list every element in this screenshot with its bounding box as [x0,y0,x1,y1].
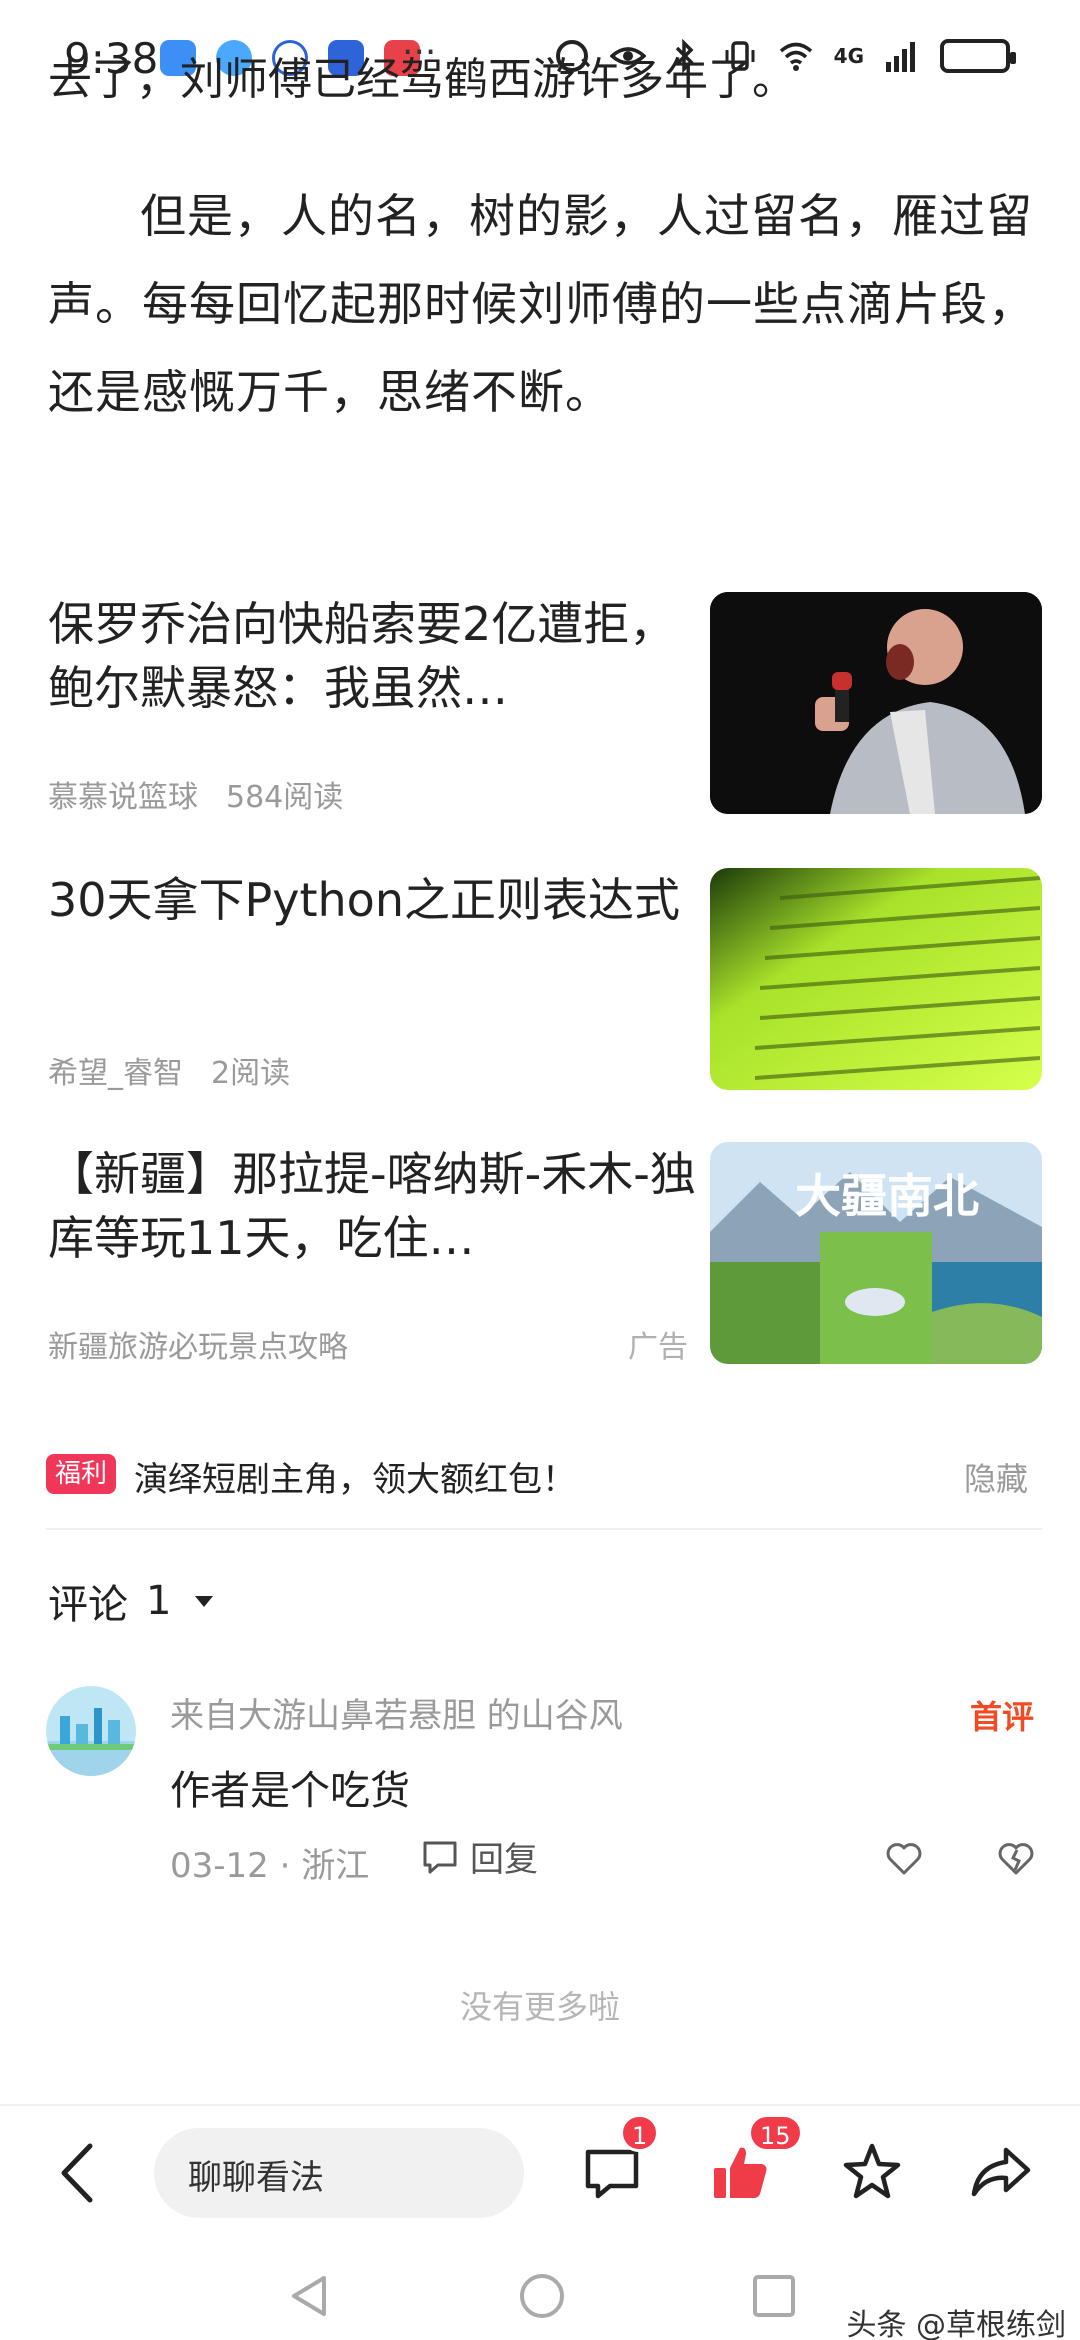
bottom-bar-divider [0,2104,1080,2106]
reply-bubble-icon [423,1841,457,1873]
promo-text[interactable]: 演绎短剧主角，领大额红包！ [134,1452,576,1501]
back-arrow-icon[interactable] [52,2140,102,2206]
no-more-comments: 没有更多啦 [459,1988,620,2026]
related-article-title[interactable]: 30天拿下Python之正则表达式 [48,868,698,932]
comments-sort-toggle[interactable]: 评论 1 [48,1572,214,1630]
nav-recents-icon[interactable] [750,2272,798,2320]
ad-article-thumbnail[interactable]: 大疆南北 [710,1142,1042,1364]
page: 9:38 ··· 4G 去了，刘师傅已经驾鹤西游许多年了。 但是，人的名，树的影… [0,0,1080,2340]
ad-thumbnail-text: 大疆南北 [795,1169,979,1223]
ad-article-meta: 新疆旅游必玩景点攻略 [48,1322,348,1366]
ad-label: 广告 [628,1330,688,1365]
related-article-thumbnail[interactable] [710,592,1042,814]
watermark: 头条 @草根练剑 [846,2308,1066,2340]
avatar[interactable] [46,1686,136,1776]
related-article-reads: 584阅读 [226,780,344,815]
share-icon[interactable] [968,2140,1032,2204]
related-article-title[interactable]: 保罗乔治向快船索要2亿遭拒，鲍尔默暴怒：我虽然… [48,592,698,720]
related-article-meta: 慕慕说篮球 584阅读 [48,772,343,816]
related-article-reads: 2阅读 [211,1056,291,1091]
star-icon[interactable] [840,2140,904,2204]
comment-date-location: 03-12 · 浙江 [170,1846,370,1886]
related-article-thumbnail[interactable] [710,868,1042,1090]
caret-down-icon [195,1595,214,1607]
comment-reply-label: 回复 [470,1840,538,1880]
related-article-meta: 希望_睿智 2阅读 [48,1048,290,1092]
nav-back-icon[interactable] [286,2272,334,2320]
comment-input[interactable]: 聊聊看法 [154,2128,524,2218]
comments-button[interactable]: 1 [580,2114,660,2204]
article-body: 去了，刘师傅已经驾鹤西游许多年了。 但是，人的名，树的影，人过留名，雁过留声。每… [48,54,1048,436]
ad-article-title[interactable]: 【新疆】那拉提-喀纳斯-禾木-独库等玩11天，吃住… [48,1142,698,1270]
promo-badge: 福利 [46,1454,116,1494]
related-article-author: 希望_睿智 [48,1056,183,1091]
comment-username[interactable]: 来自大游山鼻若悬胆 的山谷风 [170,1688,623,1737]
like-button[interactable]: 15 [708,2114,803,2204]
comment-text: 作者是个吃货 [170,1768,410,1814]
related-article-card[interactable]: 30天拿下Python之正则表达式 希望_睿智 2阅读 [48,868,1042,1092]
ad-article-source: 新疆旅游必玩景点攻略 [48,1330,348,1365]
comment-count-badge: 1 [620,2114,660,2152]
heart-icon[interactable] [884,1838,924,1878]
comments-label: 评论 [48,1582,128,1628]
comments-count: 1 [146,1578,172,1624]
promo-banner[interactable]: 福利 演绎短剧主角，领大额红包！ 隐藏 [46,1448,1042,1504]
related-article-card[interactable]: 保罗乔治向快船索要2亿遭拒，鲍尔默暴怒：我虽然… 慕慕说篮球 584阅读 [48,592,1042,816]
divider [46,1528,1042,1530]
first-comment-tag: 首评 [969,1698,1034,1736]
like-count-badge: 15 [748,2114,803,2152]
nav-home-icon[interactable] [518,2272,566,2320]
article-paragraph: 但是，人的名，树的影，人过留名，雁过留声。每每回忆起那时候刘师傅的一些点滴片段，… [48,189,1035,419]
comment-input-placeholder: 聊聊看法 [188,2158,324,2198]
broken-heart-icon[interactable] [996,1838,1036,1878]
article-cut-line: 去了，刘师傅已经驾鹤西游许多年了。 [48,54,796,105]
related-article-author: 慕慕说篮球 [48,780,198,815]
ad-article-card[interactable]: 【新疆】那拉提-喀纳斯-禾木-独库等玩11天，吃住… 新疆旅游必玩景点攻略 广告… [48,1142,1042,1366]
promo-hide-button[interactable]: 隐藏 [964,1454,1028,1500]
comment-reply-button[interactable]: 回复 [420,1832,538,1881]
